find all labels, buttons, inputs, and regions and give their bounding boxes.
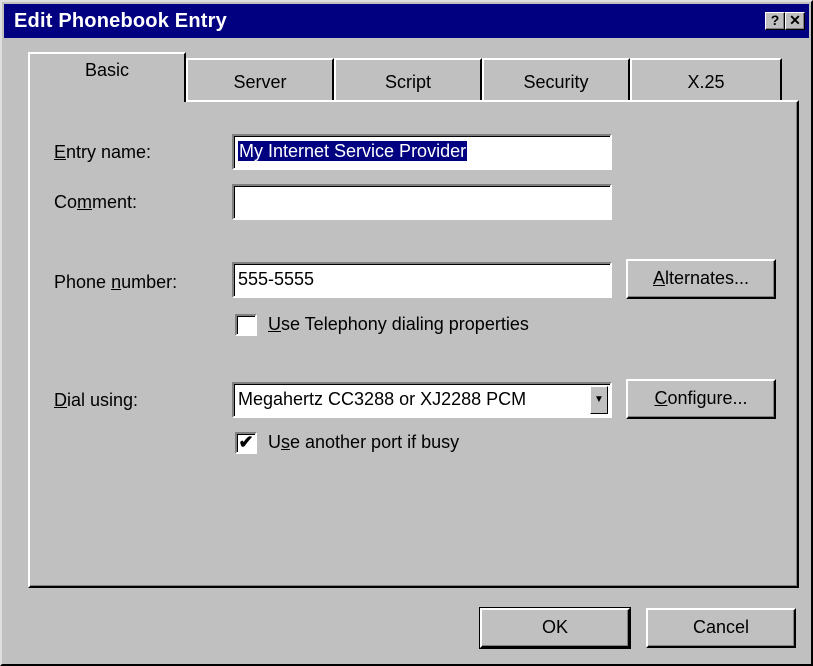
- configure-button[interactable]: Configure...: [626, 379, 776, 419]
- phone-number-value: 555-5555: [238, 269, 315, 289]
- tab-server[interactable]: Server: [186, 58, 334, 102]
- tab-x25[interactable]: X.25: [630, 58, 782, 102]
- another-port-checkbox[interactable]: ✔: [235, 432, 257, 454]
- tab-x25-label: X.25: [687, 72, 725, 92]
- dropdown-arrow-button[interactable]: ▼: [590, 386, 608, 414]
- chevron-down-icon: ▼: [594, 394, 604, 405]
- close-button[interactable]: ✕: [785, 12, 805, 30]
- tab-script-label: Script: [384, 72, 431, 92]
- comment-field[interactable]: [232, 184, 612, 220]
- phone-number-label: Phone number:: [54, 272, 178, 292]
- close-icon: ✕: [789, 12, 801, 28]
- dial-using-value: Megahertz CC3288 or XJ2288 PCM: [238, 389, 527, 409]
- dial-using-label: Dial using:: [54, 390, 139, 410]
- comment-label: Comment:: [54, 192, 138, 212]
- dial-using-select[interactable]: Megahertz CC3288 or XJ2288 PCM ▼: [232, 382, 612, 418]
- tab-basic[interactable]: Basic: [28, 52, 186, 102]
- tab-server-label: Server: [233, 72, 287, 92]
- checkmark-icon: ✔: [238, 432, 254, 452]
- entry-name-field[interactable]: My Internet Service Provider: [232, 134, 612, 170]
- help-icon: ?: [770, 12, 780, 28]
- cancel-button[interactable]: Cancel: [646, 608, 796, 648]
- telephony-checkbox-label[interactable]: Use Telephony dialing properties: [268, 314, 529, 335]
- alternates-button[interactable]: Alternates...: [626, 259, 776, 299]
- ok-button[interactable]: OK: [479, 607, 631, 649]
- phone-number-field[interactable]: 555-5555: [232, 262, 612, 298]
- tab-security[interactable]: Security: [482, 58, 630, 102]
- entry-name-label: Entry name:: [54, 142, 152, 162]
- tab-script[interactable]: Script: [334, 58, 482, 102]
- tab-panel-basic: Entry name: My Internet Service Provider…: [28, 100, 799, 588]
- telephony-checkbox[interactable]: [235, 314, 257, 336]
- help-button[interactable]: ?: [765, 12, 785, 30]
- entry-name-value: My Internet Service Provider: [238, 141, 468, 161]
- title-bar[interactable]: Edit Phonebook Entry ? ✕: [4, 4, 809, 38]
- window-title: Edit Phonebook Entry: [14, 10, 227, 32]
- edit-phonebook-entry-dialog: Edit Phonebook Entry ? ✕ Basic Server Sc…: [0, 0, 813, 666]
- another-port-checkbox-label[interactable]: Use another port if busy: [268, 432, 459, 453]
- tab-security-label: Security: [523, 72, 589, 92]
- tab-basic-label: Basic: [84, 60, 129, 80]
